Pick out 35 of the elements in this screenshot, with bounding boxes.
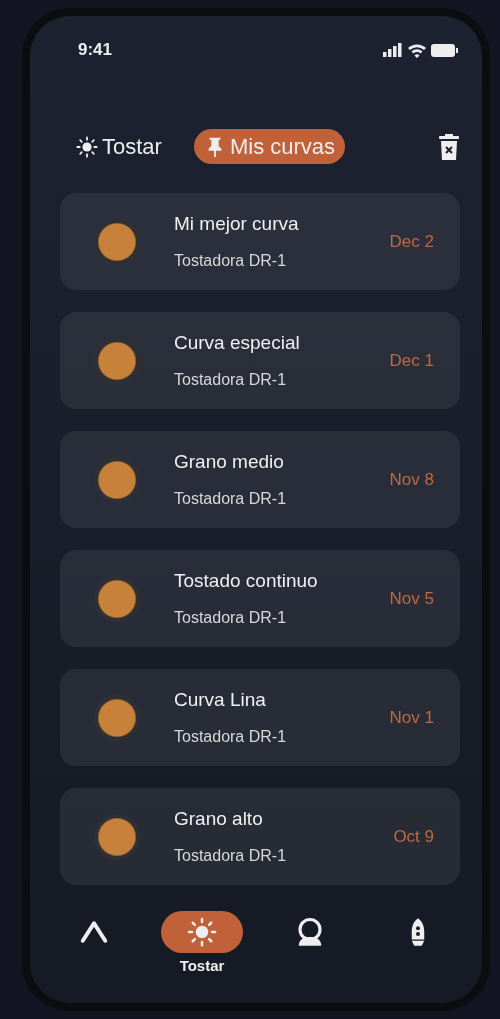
wifi-icon <box>407 42 427 58</box>
curve-date: Nov 1 <box>389 706 434 729</box>
battery-icon <box>431 43 458 57</box>
curve-card[interactable]: Mi mejor curva Tostadora DR-1 Dec 2 <box>60 193 460 290</box>
curve-card[interactable]: Curva Lina Tostadora DR-1 Nov 1 <box>60 669 460 766</box>
roaster-name: Tostadora DR-1 <box>174 488 288 509</box>
curve-card[interactable]: Grano medio Tostadora DR-1 Nov 8 <box>60 431 460 528</box>
curve-date: Nov 5 <box>389 587 434 610</box>
roaster-name: Tostadora DR-1 <box>174 607 288 628</box>
trash-icon <box>438 133 460 160</box>
curve-title: Grano medio <box>174 450 285 475</box>
sun-icon <box>187 917 217 947</box>
roaster-name: Tostadora DR-1 <box>174 369 288 390</box>
curve-title: Tostado continuo <box>174 569 319 594</box>
curve-date: Dec 2 <box>389 230 434 253</box>
status-time: 9:41 <box>78 39 113 62</box>
curve-date: Nov 8 <box>389 468 434 491</box>
curve-title: Mi mejor curva <box>174 212 300 237</box>
roaster-name: Tostadora DR-1 <box>174 845 288 866</box>
roaster-name: Tostadora DR-1 <box>174 726 288 747</box>
delete-button[interactable] <box>438 133 460 160</box>
roaster-name: Tostadora DR-1 <box>174 250 288 271</box>
curve-title: Curva especial <box>174 331 301 356</box>
signal-icon <box>383 43 403 57</box>
helmet-icon <box>295 917 325 947</box>
tab[interactable]: Mis curvas <box>193 129 346 164</box>
curve-card[interactable]: Curva especial Tostadora DR-1 Dec 1 <box>60 312 460 409</box>
curve-date: Dec 1 <box>389 349 434 372</box>
tab[interactable]: Tostar <box>66 129 172 164</box>
curve-title: Curva Lina <box>174 688 267 713</box>
curve-date: Oct 9 <box>393 825 434 848</box>
curve-card[interactable]: Grano alto Tostadora DR-1 Oct 9 <box>60 788 460 885</box>
curve-title: Grano alto <box>174 807 264 832</box>
curve-card[interactable]: Tostado continuo Tostadora DR-1 Nov 5 <box>60 550 460 647</box>
sun-icon <box>76 135 98 158</box>
